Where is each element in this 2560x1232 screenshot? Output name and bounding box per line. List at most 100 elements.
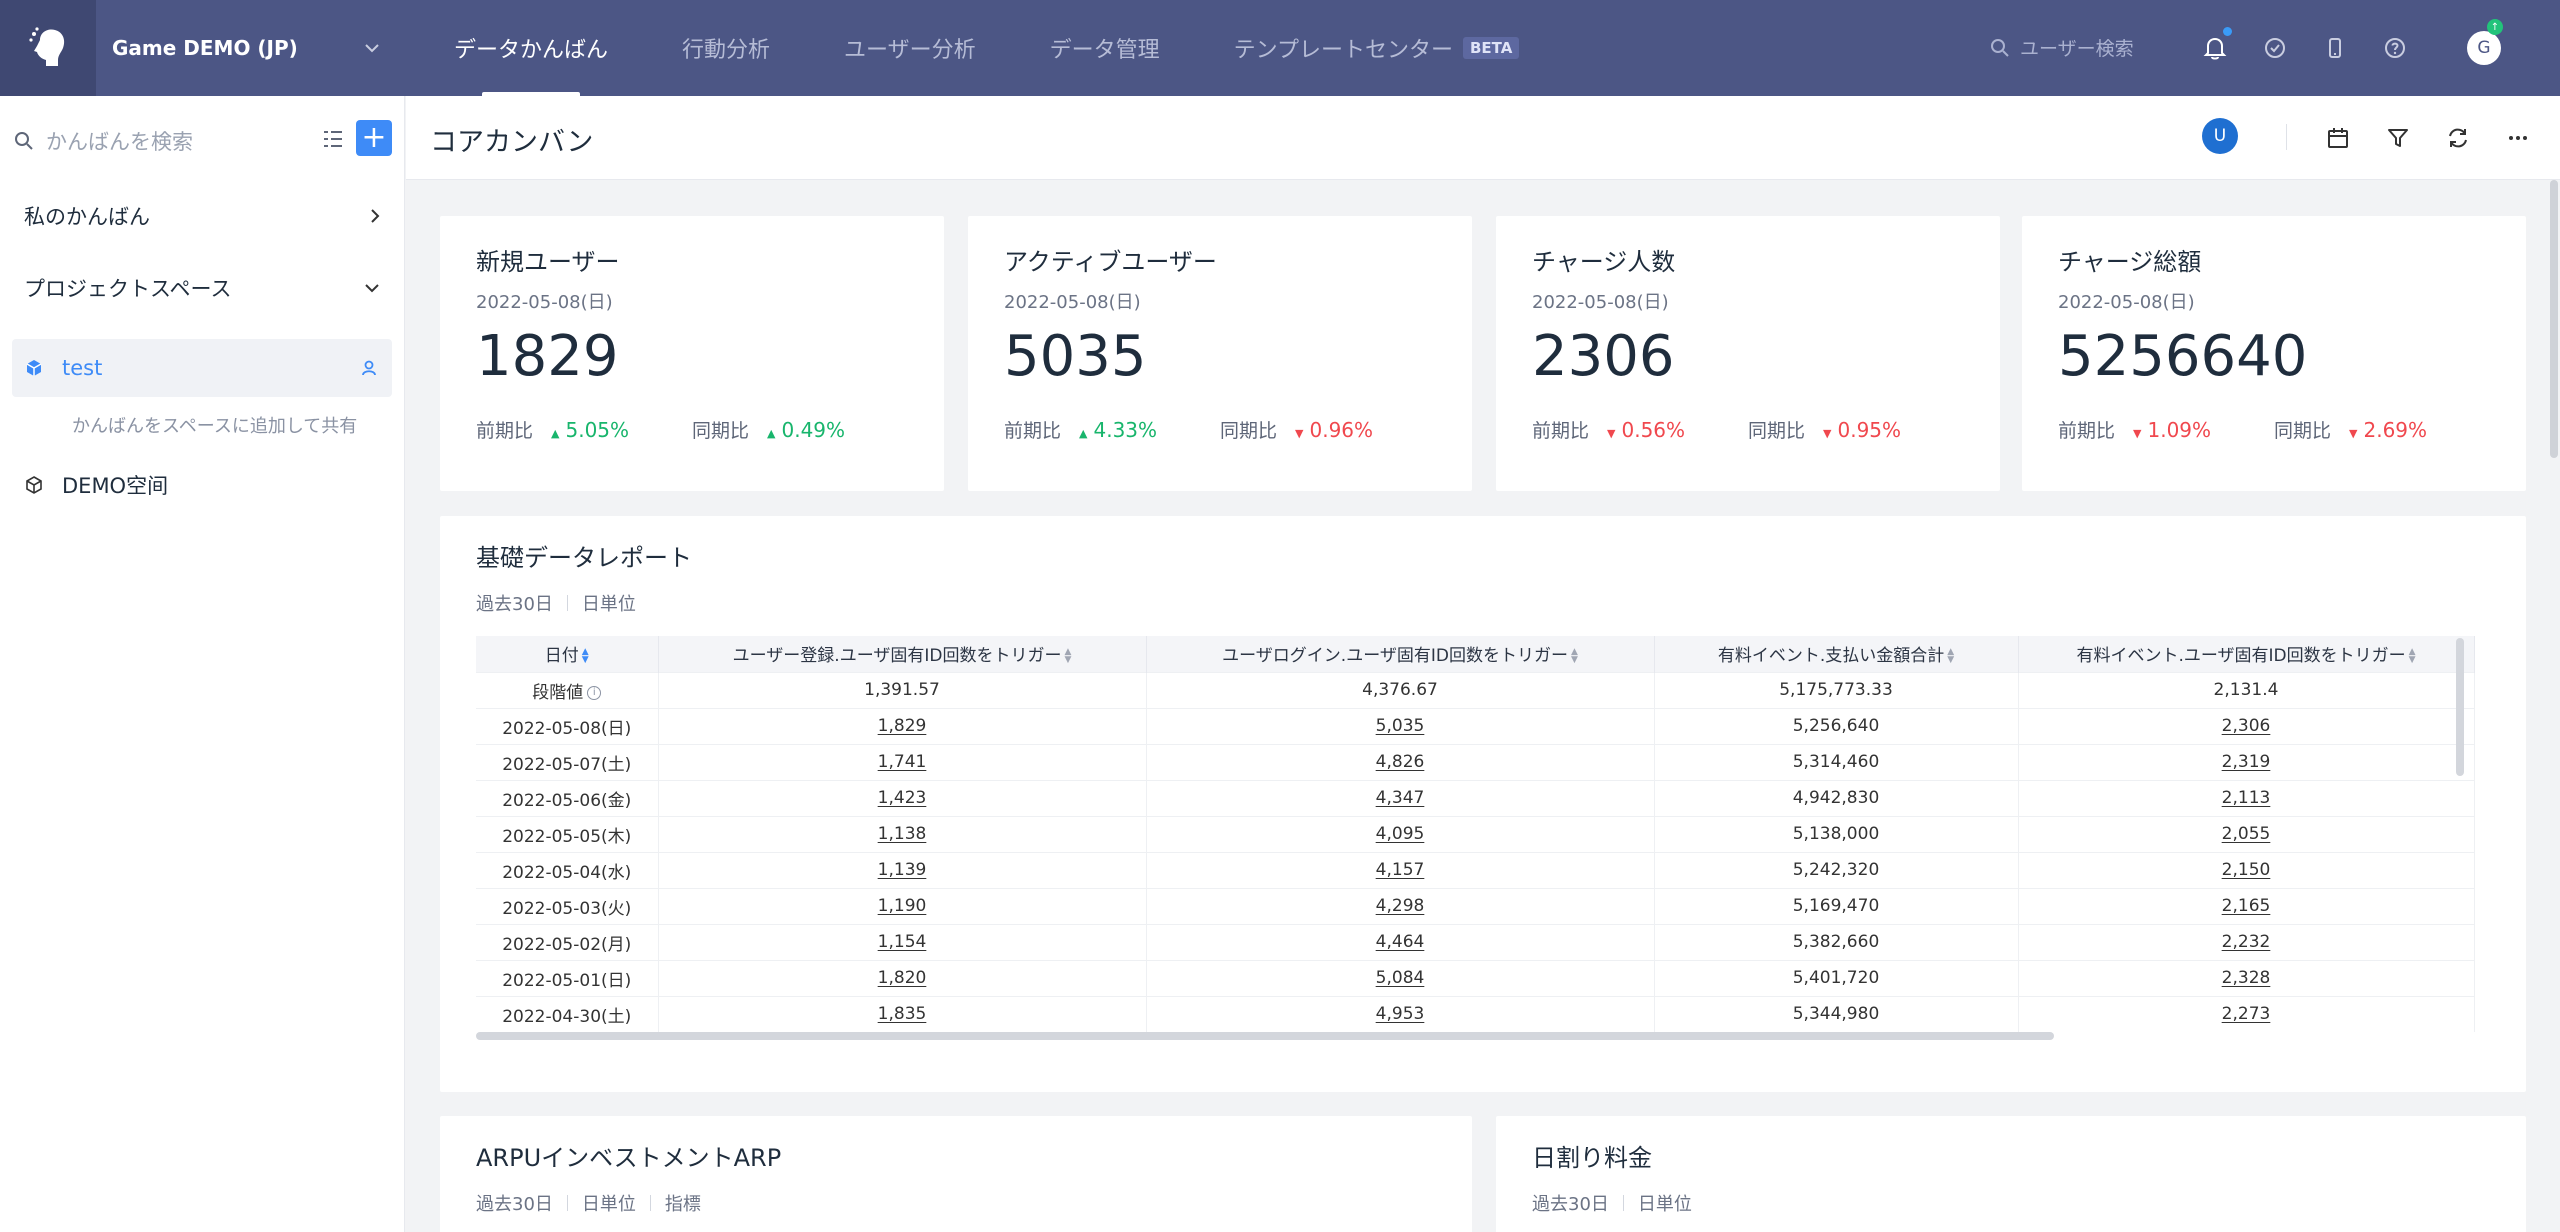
trend-down-icon: ▼ xyxy=(1823,426,1832,440)
table-cell-link[interactable]: 2,165 xyxy=(2018,887,2475,924)
sidebar-item-test[interactable]: test xyxy=(12,339,392,397)
cell-link[interactable]: 4,347 xyxy=(1376,788,1425,808)
basic-data-report-card: 基礎データレポート 過去30日 日単位 日付 ▲ ▼ ユーザー登録.ユーザ固有ID回… xyxy=(440,516,2526,1092)
tab-behavior-analysis[interactable]: 行動分析 xyxy=(682,0,770,96)
cell-link[interactable]: 1,190 xyxy=(878,896,927,916)
tab-template-center[interactable]: テンプレートセンター BETA xyxy=(1234,0,1520,96)
cell-link[interactable]: 4,095 xyxy=(1376,824,1425,844)
table-cell-link[interactable]: 4,464 xyxy=(1146,923,1655,960)
cell-link[interactable]: 2,055 xyxy=(2222,824,2271,844)
project-space-section[interactable]: プロジェクトスペース xyxy=(0,252,404,324)
cell-link[interactable]: 4,826 xyxy=(1376,752,1425,772)
cell-link[interactable]: 1,139 xyxy=(878,860,927,880)
mobile-icon[interactable] xyxy=(2320,33,2350,63)
table-cell-link[interactable]: 1,829 xyxy=(658,707,1147,744)
kpi-card-new-users[interactable]: 新規ユーザー 2022-05-08(日) 1829 前期比 ▲ 5.05% 同期比 ▲… xyxy=(440,216,944,491)
kanban-search[interactable]: かんばんを検索 xyxy=(14,126,193,156)
more-icon[interactable] xyxy=(2504,124,2532,152)
table-cell-link[interactable]: 2,232 xyxy=(2018,923,2475,960)
table-cell-link[interactable]: 4,347 xyxy=(1146,779,1655,816)
cell-link[interactable]: 2,232 xyxy=(2222,932,2271,952)
kpi-card-active-users[interactable]: アクティブユーザー 2022-05-08(日) 5035 前期比 ▲ 4.33% 同… xyxy=(968,216,1472,491)
my-kanban-section[interactable]: 私のかんばん xyxy=(0,180,404,252)
daily-fee-card[interactable]: 日割り料金 過去30日 日単位 xyxy=(1496,1116,2526,1232)
project-selector[interactable]: Game DEMO (JP) xyxy=(96,0,406,96)
refresh-icon[interactable] xyxy=(2444,124,2472,152)
table-cell-link[interactable]: 4,095 xyxy=(1146,815,1655,852)
table-cell-link[interactable]: 4,953 xyxy=(1146,995,1655,1032)
calendar-icon[interactable] xyxy=(2324,124,2352,152)
table-cell-link[interactable]: 1,138 xyxy=(658,815,1147,852)
user-avatar[interactable]: G ↑ xyxy=(2467,19,2503,65)
cell-link[interactable]: 1,741 xyxy=(878,752,927,772)
table-cell-link[interactable]: 1,820 xyxy=(658,959,1147,996)
column-header-date[interactable]: 日付 ▲ ▼ xyxy=(476,636,659,672)
column-header-login[interactable]: ユーザログイン.ユーザ固有ID回数をトリガー ▲ ▼ xyxy=(1146,636,1655,672)
cell-link[interactable]: 4,157 xyxy=(1376,860,1425,880)
cell-link[interactable]: 2,328 xyxy=(2222,968,2271,988)
arpu-card[interactable]: ARPUインベストメントARP 過去30日 日単位 指標 xyxy=(440,1116,1472,1232)
table-cell-link[interactable]: 4,298 xyxy=(1146,887,1655,924)
user-search[interactable]: ユーザー検索 xyxy=(1990,34,2134,61)
table-cell-link[interactable]: 1,835 xyxy=(658,995,1147,1032)
cell-link[interactable]: 1,829 xyxy=(878,716,927,736)
table-cell-link[interactable]: 2,113 xyxy=(2018,779,2475,816)
compare-value: ▲ 4.33% xyxy=(1079,418,1157,442)
kpi-card-charge-total[interactable]: チャージ総額 2022-05-08(日) 5256640 前期比 ▼ 1.09% 同… xyxy=(2022,216,2526,491)
table-cell-link[interactable]: 4,826 xyxy=(1146,743,1655,780)
table-cell: 5,138,000 xyxy=(1654,815,2019,852)
page-vertical-scrollbar[interactable] xyxy=(2550,180,2558,458)
table-vertical-scrollbar[interactable] xyxy=(2456,638,2464,776)
check-circle-icon[interactable] xyxy=(2260,33,2290,63)
table-cell-link[interactable]: 5,035 xyxy=(1146,707,1655,744)
card-meta: 過去30日 日単位 xyxy=(1532,1190,1692,1216)
table-cell-link[interactable]: 2,055 xyxy=(2018,815,2475,852)
table-cell-link[interactable]: 2,150 xyxy=(2018,851,2475,888)
card-title: ARPUインベストメントARP xyxy=(476,1144,782,1172)
cell-link[interactable]: 5,084 xyxy=(1376,968,1425,988)
column-header-payment-total[interactable]: 有料イベント.支払い金額合計 ▲ ▼ xyxy=(1654,636,2019,672)
cell-link[interactable]: 5,035 xyxy=(1376,716,1425,736)
column-header-register[interactable]: ユーザー登録.ユーザ固有ID回数をトリガー ▲ ▼ xyxy=(658,636,1147,672)
help-icon[interactable] xyxy=(2380,33,2410,63)
cell-link[interactable]: 2,273 xyxy=(2222,1004,2271,1024)
cell-link[interactable]: 4,298 xyxy=(1376,896,1425,916)
table-cell-link[interactable]: 1,741 xyxy=(658,743,1147,780)
sidebar-item-demo-space[interactable]: DEMO空间 xyxy=(12,456,392,514)
cell-link[interactable]: 4,464 xyxy=(1376,932,1425,952)
table-cell-link[interactable]: 2,306 xyxy=(2018,707,2475,744)
column-header-payment-users[interactable]: 有料イベント.ユーザ固有ID回数をトリガー ▲ ▼ xyxy=(2018,636,2475,672)
table-horizontal-scrollbar[interactable] xyxy=(476,1032,2054,1040)
table-cell-link[interactable]: 1,190 xyxy=(658,887,1147,924)
owner-avatar[interactable]: U xyxy=(2202,118,2238,154)
table-cell-link[interactable]: 2,273 xyxy=(2018,995,2475,1032)
table-cell-link[interactable]: 4,157 xyxy=(1146,851,1655,888)
table-cell-link[interactable]: 1,154 xyxy=(658,923,1147,960)
cell-link[interactable]: 1,138 xyxy=(878,824,927,844)
tab-data-kanban[interactable]: データかんばん xyxy=(454,0,608,96)
cell-link[interactable]: 2,165 xyxy=(2222,896,2271,916)
filter-icon[interactable] xyxy=(2384,124,2412,152)
table-cell-link[interactable]: 2,319 xyxy=(2018,743,2475,780)
table-cell-link[interactable]: 2,328 xyxy=(2018,959,2475,996)
info-icon[interactable]: i xyxy=(587,685,602,700)
table-cell-link[interactable]: 5,084 xyxy=(1146,959,1655,996)
cell-link[interactable]: 1,835 xyxy=(878,1004,927,1024)
cell-link[interactable]: 2,306 xyxy=(2222,716,2271,736)
list-settings-icon[interactable] xyxy=(322,128,344,150)
cell-link[interactable]: 1,423 xyxy=(878,788,927,808)
bell-icon[interactable] xyxy=(2200,33,2230,63)
cell-link[interactable]: 1,820 xyxy=(878,968,927,988)
table-cell-link[interactable]: 1,423 xyxy=(658,779,1147,816)
cell-link[interactable]: 2,113 xyxy=(2222,788,2271,808)
tab-data-management[interactable]: データ管理 xyxy=(1050,0,1160,96)
cell-link[interactable]: 2,150 xyxy=(2222,860,2271,880)
kpi-card-charge-users[interactable]: チャージ人数 2022-05-08(日) 2306 前期比 ▼ 0.56% 同期比 ▼… xyxy=(1496,216,2000,491)
cell-link[interactable]: 1,154 xyxy=(878,932,927,952)
add-kanban-button[interactable]: + xyxy=(356,120,392,156)
app-logo[interactable] xyxy=(0,0,96,96)
cell-link[interactable]: 2,319 xyxy=(2222,752,2271,772)
table-cell-link[interactable]: 1,139 xyxy=(658,851,1147,888)
tab-user-analysis[interactable]: ユーザー分析 xyxy=(844,0,976,96)
cell-link[interactable]: 4,953 xyxy=(1376,1004,1425,1024)
